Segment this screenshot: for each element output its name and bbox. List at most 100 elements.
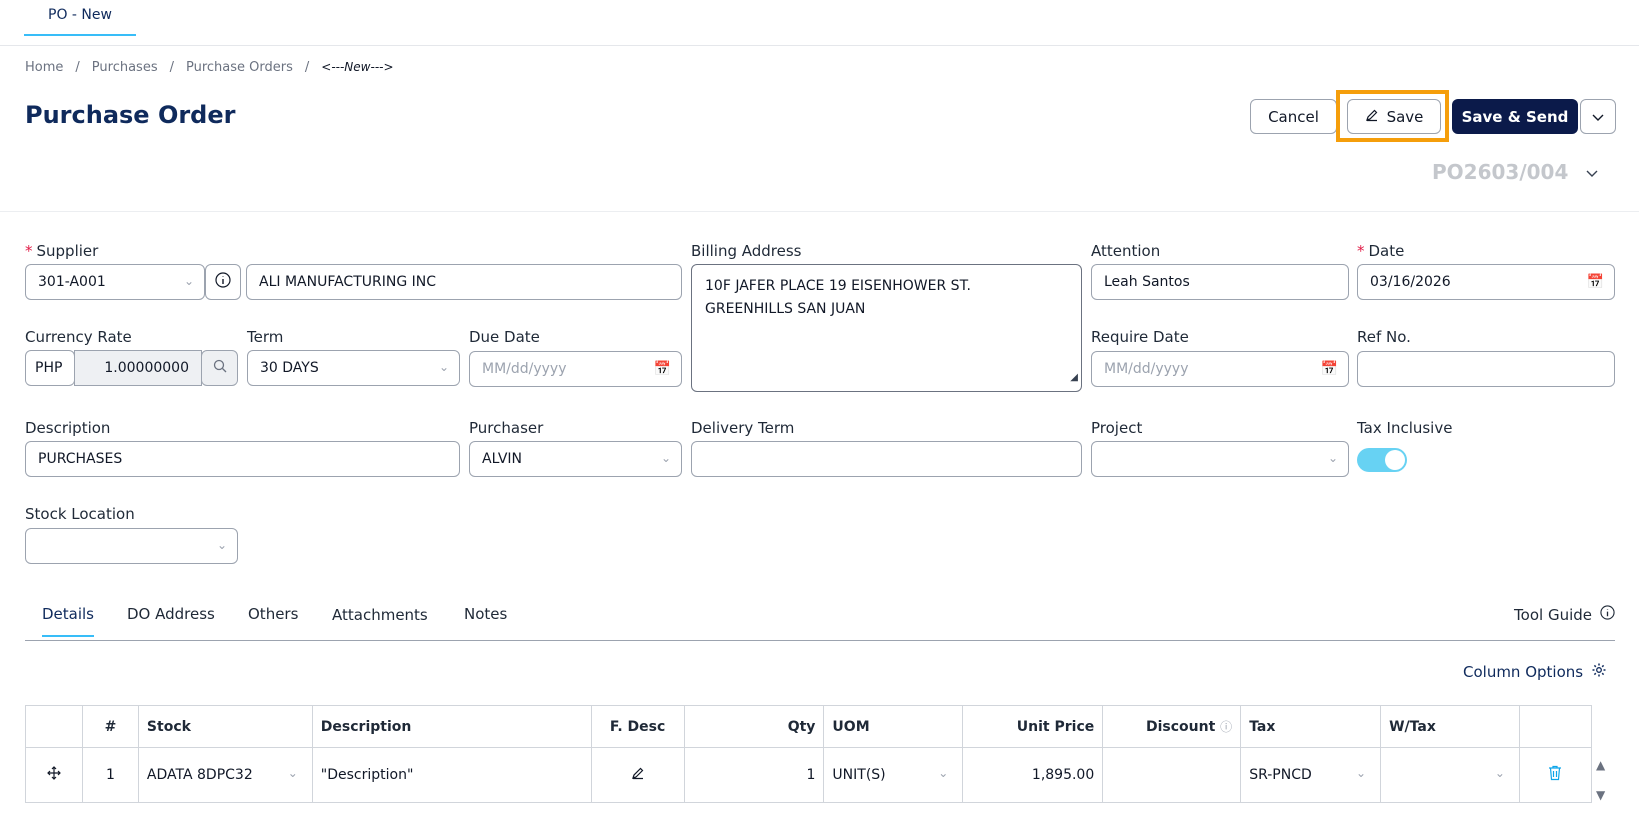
row-uom-select[interactable]: UNIT(S) ⌄	[823, 747, 964, 803]
ref-no-label: Ref No.	[1357, 328, 1411, 346]
chevron-down-icon: ⌄	[287, 766, 298, 780]
gear-icon	[1591, 662, 1607, 682]
tab-do-address[interactable]: DO Address	[127, 605, 215, 623]
chevron-down-icon: ⌄	[938, 766, 949, 780]
table-row: 1 ADATA 8DPC32 ⌄ "Description" 1 UNIT(S)…	[25, 747, 1593, 803]
row-tax-select[interactable]: SR-PNCD ⌄	[1240, 747, 1382, 803]
drag-handle-icon[interactable]	[25, 747, 83, 803]
breadcrumb-separator: /	[169, 60, 174, 75]
tab-details[interactable]: Details	[42, 605, 95, 637]
date-field[interactable]: 03/16/2026 📅	[1357, 264, 1615, 300]
save-and-send-button[interactable]: Save & Send	[1452, 99, 1578, 134]
supplier-code-select[interactable]: 301-A001 ⌄	[25, 264, 205, 300]
calendar-icon[interactable]: 📅	[654, 361, 671, 377]
table-header-row: # Stock Description F. Desc Qty UOM Unit…	[25, 705, 1593, 748]
resize-handle-icon[interactable]: ◢	[1070, 366, 1078, 389]
header-discount-label: Discount	[1146, 719, 1216, 735]
chevron-down-icon: ⌄	[183, 274, 194, 288]
billing-address-line2: GREENHILLS SAN JUAN	[705, 301, 866, 317]
po-number-chevron-icon[interactable]	[1586, 166, 1598, 182]
help-icon[interactable]: ⓘ	[1220, 720, 1232, 734]
tab-attachments[interactable]: Attachments	[332, 606, 428, 624]
pencil-icon	[631, 767, 645, 784]
delete-row-button[interactable]	[1518, 747, 1593, 803]
cancel-button[interactable]: Cancel	[1250, 99, 1337, 134]
breadcrumb-home[interactable]: Home	[25, 60, 63, 75]
description-field[interactable]: PURCHASES	[25, 441, 460, 477]
billing-address-label: Billing Address	[691, 242, 802, 260]
document-tab-bar: PO - New	[0, 0, 1639, 46]
breadcrumb-current: <---New--->	[321, 60, 394, 74]
breadcrumb: Home / Purchases / Purchase Orders / <--…	[25, 60, 394, 75]
save-button[interactable]: Save	[1347, 99, 1441, 134]
due-date-placeholder: MM/dd/yyyy	[482, 361, 567, 377]
header-drag	[25, 705, 83, 748]
attention-label: Attention	[1091, 242, 1161, 260]
tool-guide-label: Tool Guide	[1514, 605, 1592, 624]
save-label: Save	[1386, 107, 1424, 126]
billing-address-textarea[interactable]: 10F JAFER PLACE 19 EISENHOWER ST. GREENH…	[691, 264, 1082, 392]
row-uom-value: UNIT(S)	[832, 767, 886, 783]
tax-inclusive-label: Tax Inclusive	[1357, 419, 1453, 437]
trash-icon	[1548, 765, 1562, 785]
chevron-down-icon: ⌄	[438, 360, 449, 374]
row-stock-value: ADATA 8DPC32	[146, 767, 253, 783]
info-icon	[1600, 605, 1615, 624]
delivery-term-field[interactable]	[691, 441, 1082, 477]
row-unit-price[interactable]: 1,895.00	[962, 747, 1104, 803]
currency-code-field: PHP	[25, 350, 75, 386]
purchaser-label: Purchaser	[469, 419, 544, 437]
currency-search-button[interactable]	[201, 350, 238, 386]
header-discount: Discount ⓘ	[1102, 705, 1242, 748]
breadcrumb-purchase-orders[interactable]: Purchase Orders	[186, 60, 293, 75]
tool-guide-button[interactable]: Tool Guide	[1514, 605, 1615, 624]
more-actions-button[interactable]	[1580, 99, 1616, 134]
header-tax: Tax	[1240, 705, 1382, 748]
ref-no-field[interactable]	[1357, 351, 1615, 387]
purchaser-select[interactable]: ALVIN ⌄	[469, 441, 682, 477]
billing-address-line1: 10F JAFER PLACE 19 EISENHOWER ST.	[705, 278, 971, 294]
supplier-info-button[interactable]	[205, 264, 241, 300]
currency-rate-field[interactable]: 1.00000000	[74, 350, 202, 386]
tab-notes[interactable]: Notes	[464, 605, 507, 623]
supplier-name-field[interactable]: ALI MANUFACTURING INC	[246, 264, 682, 300]
project-select[interactable]: ⌄	[1091, 441, 1349, 477]
calendar-icon[interactable]: 📅	[1321, 361, 1338, 377]
row-discount[interactable]	[1102, 747, 1242, 803]
row-stock-select[interactable]: ADATA 8DPC32 ⌄	[137, 747, 313, 803]
header-number: #	[81, 705, 139, 748]
require-date-label: Require Date	[1091, 328, 1189, 346]
currency-rate-label: Currency Rate	[25, 328, 132, 346]
table-scroll-arrows[interactable]: ▲ ▼	[1596, 750, 1605, 810]
stock-location-select[interactable]: ⌄	[25, 528, 238, 564]
tab-others[interactable]: Others	[248, 605, 298, 623]
scroll-down-icon[interactable]: ▼	[1596, 780, 1605, 810]
row-wtax-select[interactable]: ⌄	[1380, 747, 1520, 803]
chevron-down-icon: ⌄	[1356, 766, 1367, 780]
tax-inclusive-toggle[interactable]	[1357, 448, 1407, 472]
attention-field[interactable]: Leah Santos	[1091, 264, 1349, 300]
row-description[interactable]: "Description"	[311, 747, 592, 803]
scroll-up-icon[interactable]: ▲	[1596, 750, 1605, 780]
chevron-down-icon	[1592, 108, 1604, 126]
breadcrumb-purchases[interactable]: Purchases	[92, 60, 158, 75]
term-value: 30 DAYS	[260, 360, 319, 376]
term-select[interactable]: 30 DAYS ⌄	[247, 350, 460, 386]
chevron-down-icon: ⌄	[660, 451, 671, 465]
row-tax-value: SR-PNCD	[1249, 767, 1312, 783]
breadcrumb-separator: /	[75, 60, 80, 75]
due-date-label: Due Date	[469, 328, 540, 346]
calendar-icon[interactable]: 📅	[1587, 274, 1604, 290]
pencil-icon	[1365, 108, 1379, 126]
edit-description-button[interactable]	[590, 747, 685, 803]
due-date-field[interactable]: MM/dd/yyyy 📅	[469, 351, 682, 387]
require-date-placeholder: MM/dd/yyyy	[1104, 361, 1189, 377]
header-divider	[0, 211, 1639, 212]
require-date-field[interactable]: MM/dd/yyyy 📅	[1091, 351, 1349, 387]
document-tab-po-new[interactable]: PO - New	[24, 0, 136, 36]
row-qty[interactable]: 1	[683, 747, 825, 803]
stock-location-label: Stock Location	[25, 505, 135, 523]
purchaser-value: ALVIN	[482, 451, 523, 467]
header-unit-price: Unit Price	[962, 705, 1104, 748]
column-options-button[interactable]: Column Options	[1463, 662, 1607, 682]
